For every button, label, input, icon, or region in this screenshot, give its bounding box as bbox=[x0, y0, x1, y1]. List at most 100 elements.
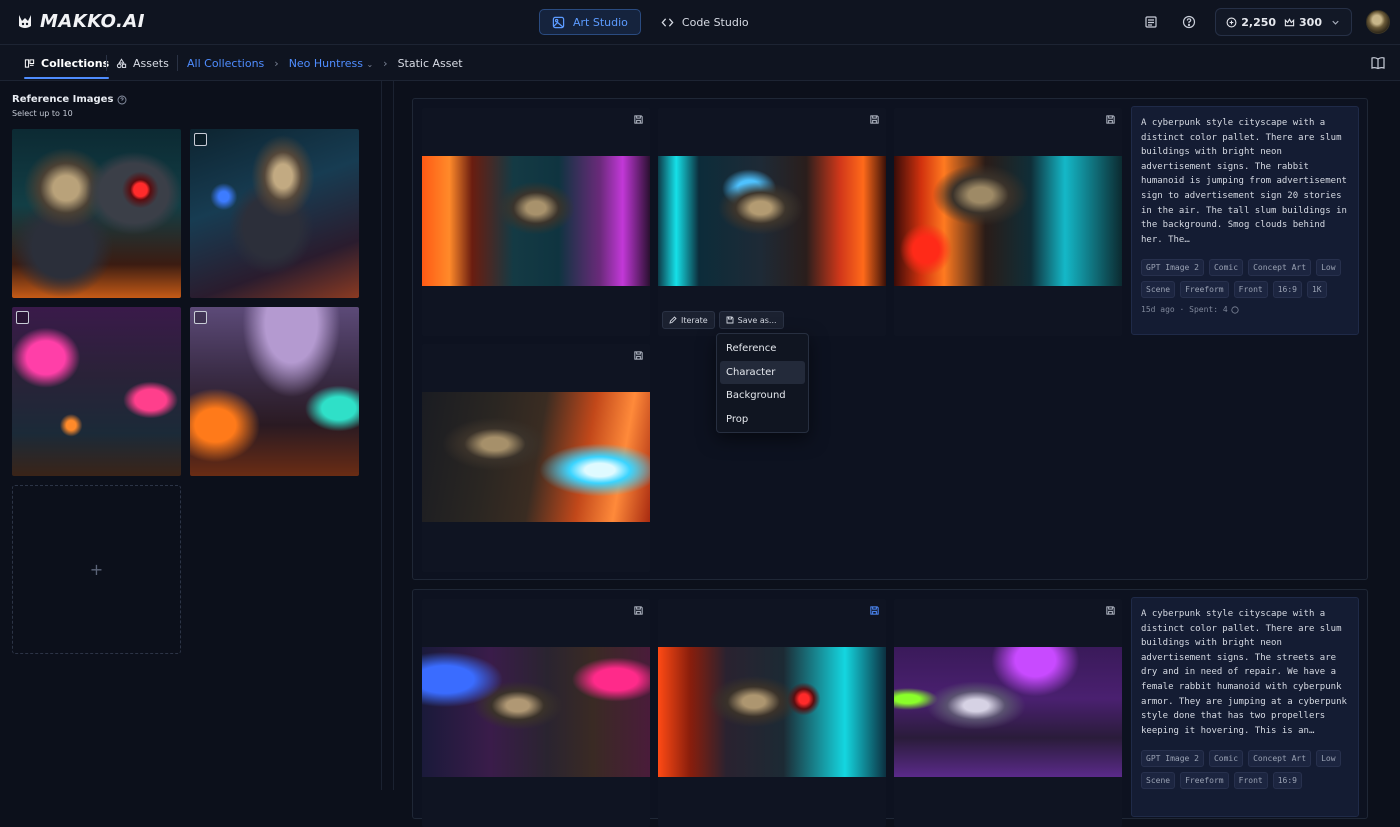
generated-image-card[interactable] bbox=[422, 344, 650, 572]
menu-item-background[interactable]: Background bbox=[720, 384, 805, 408]
collections-icon bbox=[24, 58, 35, 68]
menu-item-character[interactable]: Character bbox=[720, 360, 805, 384]
save-icon bbox=[726, 316, 734, 324]
reference-image-4[interactable] bbox=[190, 307, 359, 476]
tag: Concept Art bbox=[1248, 750, 1312, 768]
generation-group: Iterate Save as... A cyberpunk style cit… bbox=[412, 98, 1368, 580]
tag: Front bbox=[1233, 772, 1268, 790]
generation-meta-text: 15d ago · Spent: 4 bbox=[1141, 305, 1228, 315]
help-circle-icon[interactable] bbox=[117, 95, 127, 105]
generated-image[interactable] bbox=[422, 156, 650, 286]
generated-image-card[interactable] bbox=[422, 599, 650, 827]
crown-icon bbox=[1284, 17, 1295, 26]
newspaper-icon bbox=[1145, 16, 1157, 28]
generated-image[interactable] bbox=[422, 647, 650, 777]
tab-code-studio[interactable]: Code Studio bbox=[649, 9, 761, 35]
save-as-button[interactable]: Save as... bbox=[718, 311, 784, 329]
credits-dropdown[interactable]: 2,250 300 bbox=[1215, 8, 1352, 36]
save-icon[interactable] bbox=[633, 605, 644, 616]
menu-item-prop[interactable]: Prop bbox=[720, 408, 805, 432]
help-circle-icon bbox=[1183, 15, 1196, 29]
save-icon[interactable] bbox=[1105, 114, 1116, 125]
tag: Freeform bbox=[1180, 772, 1229, 790]
tab-art-studio[interactable]: Art Studio bbox=[539, 9, 641, 35]
tag: 16:9 bbox=[1272, 772, 1302, 790]
app-logo[interactable]: MAKKO.AI bbox=[16, 11, 145, 32]
coin-balance-value: 2,250 bbox=[1241, 15, 1277, 29]
tab-assets[interactable]: Assets bbox=[116, 45, 169, 81]
tag: 16:9 bbox=[1272, 281, 1302, 299]
tab-collections-label: Collections bbox=[41, 56, 110, 70]
save-icon[interactable] bbox=[869, 605, 880, 616]
reference-subtitle: Select up to 10 bbox=[12, 109, 73, 118]
reference-checkbox[interactable] bbox=[194, 311, 207, 324]
tag: GPT Image 2 bbox=[1141, 750, 1204, 768]
mode-switcher: Art Studio Code Studio bbox=[539, 9, 761, 35]
save-as-menu: Reference Character Background Prop bbox=[716, 333, 809, 433]
reference-title: Reference Images bbox=[12, 94, 127, 105]
reference-image-2[interactable] bbox=[190, 129, 359, 298]
generation-meta: 15d ago · Spent: 4 bbox=[1141, 305, 1349, 314]
generated-image-card[interactable] bbox=[422, 108, 650, 336]
coin-icon bbox=[1226, 17, 1237, 27]
breadcrumb-collection-label: Neo Huntress bbox=[288, 56, 363, 70]
user-avatar[interactable] bbox=[1366, 10, 1390, 34]
add-reference-button[interactable]: + bbox=[12, 485, 181, 654]
reference-checkbox[interactable] bbox=[16, 311, 29, 324]
tag: Low bbox=[1316, 750, 1341, 768]
tag: Scene bbox=[1141, 772, 1176, 790]
tag-list: GPT Image 2 Comic Concept Art Low Scene … bbox=[1141, 259, 1349, 299]
secondary-nav: Collections Assets All Collections › Neo… bbox=[0, 45, 1400, 81]
pencil-icon bbox=[669, 316, 677, 324]
tag: Low bbox=[1316, 259, 1341, 277]
chevron-down-icon: ⌄ bbox=[366, 59, 374, 69]
reference-title-label: Reference Images bbox=[12, 94, 114, 105]
generated-image-card[interactable] bbox=[658, 599, 886, 827]
tag: Comic bbox=[1208, 750, 1244, 768]
code-icon bbox=[661, 17, 674, 27]
tag: GPT Image 2 bbox=[1141, 259, 1204, 277]
reference-image-3[interactable] bbox=[12, 307, 181, 476]
news-button[interactable] bbox=[1139, 10, 1163, 34]
crown-balance-value: 300 bbox=[1299, 15, 1322, 29]
generated-image[interactable] bbox=[894, 647, 1122, 777]
help-button[interactable] bbox=[1177, 10, 1201, 34]
generated-image[interactable] bbox=[658, 156, 886, 286]
tab-assets-label: Assets bbox=[133, 56, 169, 70]
generated-image[interactable] bbox=[422, 392, 650, 522]
generated-image[interactable] bbox=[894, 156, 1122, 286]
generated-image-card[interactable] bbox=[894, 599, 1122, 827]
save-icon[interactable] bbox=[633, 350, 644, 361]
save-icon[interactable] bbox=[869, 114, 880, 125]
tab-collections[interactable]: Collections bbox=[24, 45, 110, 81]
tag: Freeform bbox=[1180, 281, 1229, 299]
tag-list: GPT Image 2 Comic Concept Art Low Scene … bbox=[1141, 750, 1349, 790]
prompt-text: A cyberpunk style cityscape with a disti… bbox=[1141, 118, 1347, 245]
menu-item-reference[interactable]: Reference bbox=[720, 337, 805, 361]
chevron-right-icon: › bbox=[274, 56, 279, 70]
breadcrumb-collection[interactable]: Neo Huntress ⌄ bbox=[289, 57, 373, 70]
tab-art-studio-label: Art Studio bbox=[573, 15, 628, 29]
nav-divider bbox=[106, 55, 107, 71]
generated-image-card[interactable] bbox=[894, 108, 1122, 336]
image-actions: Iterate Save as... bbox=[662, 311, 784, 329]
nav-divider bbox=[177, 55, 178, 71]
generated-image[interactable] bbox=[658, 647, 886, 777]
tag: Concept Art bbox=[1248, 259, 1312, 277]
app-logo-text: MAKKO.AI bbox=[40, 11, 145, 32]
save-icon[interactable] bbox=[633, 114, 644, 125]
breadcrumb-current: Static Asset bbox=[397, 56, 463, 70]
prompt-card: A cyberpunk style cityscape with a disti… bbox=[1131, 106, 1359, 335]
prompt-text: A cyberpunk style cityscape with a disti… bbox=[1141, 609, 1347, 736]
reference-checkbox[interactable] bbox=[194, 133, 207, 146]
breadcrumb-all-collections[interactable]: All Collections bbox=[187, 57, 264, 70]
tag: Scene bbox=[1141, 281, 1176, 299]
reference-image-1[interactable] bbox=[12, 129, 181, 298]
save-icon[interactable] bbox=[1105, 605, 1116, 616]
tag: Front bbox=[1233, 281, 1268, 299]
book-open-icon[interactable] bbox=[1370, 55, 1386, 71]
iterate-button[interactable]: Iterate bbox=[662, 311, 715, 329]
rabbit-logo-icon bbox=[19, 14, 31, 28]
prompt-card: A cyberpunk style cityscape with a disti… bbox=[1131, 597, 1359, 817]
generated-image-card[interactable]: Iterate Save as... bbox=[658, 108, 886, 336]
